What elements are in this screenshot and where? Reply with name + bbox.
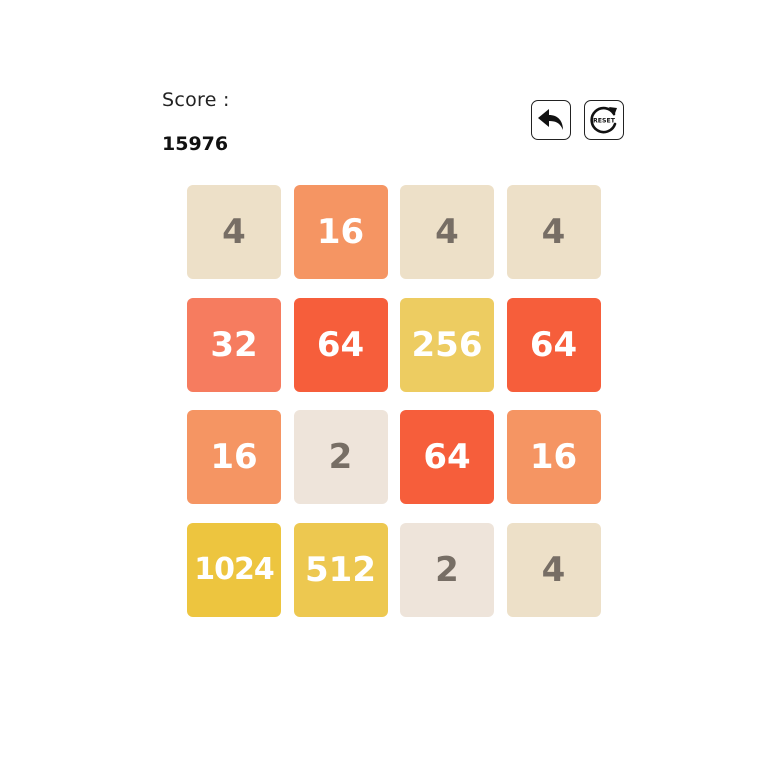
- tile-r2-c4: 64: [506, 297, 601, 392]
- reset-circular-arrow-icon: RESET: [587, 103, 621, 137]
- tile-r3-c3: 64: [400, 410, 494, 504]
- tile-r3-c4: 16: [506, 410, 601, 504]
- tile-r4-c3: 2: [400, 522, 494, 617]
- score-value: 15976: [162, 133, 229, 155]
- tile-r1-c4: 4: [506, 185, 601, 279]
- tile-r2-c3: 256: [400, 297, 494, 392]
- tile-r2-c1: 32: [187, 297, 281, 392]
- tile-r4-c2: 512: [293, 522, 388, 617]
- tile-r1-c1: 4: [187, 185, 281, 279]
- score-label: Score :: [162, 89, 230, 111]
- game-app: Score : 15976 RESET 4 16 4 4 32 64 256 64 16 2 64 1…: [0, 0, 760, 760]
- tile-r1-c2: 16: [293, 185, 388, 279]
- undo-button[interactable]: [531, 100, 571, 140]
- tile-r2-c2: 64: [293, 297, 388, 392]
- game-board: 4 16 4 4 32 64 256 64 16 2 64 16 1024 512 2 4: [181, 179, 605, 622]
- tile-r4-c1: 1024: [187, 522, 281, 617]
- reset-text: RESET: [593, 118, 616, 125]
- undo-arrow-icon: [536, 107, 566, 133]
- reset-button[interactable]: RESET: [584, 100, 624, 140]
- tile-r4-c4: 4: [506, 522, 601, 617]
- tile-r1-c3: 4: [400, 185, 494, 279]
- tile-r3-c1: 16: [187, 410, 281, 504]
- tile-r3-c2: 2: [293, 410, 388, 504]
